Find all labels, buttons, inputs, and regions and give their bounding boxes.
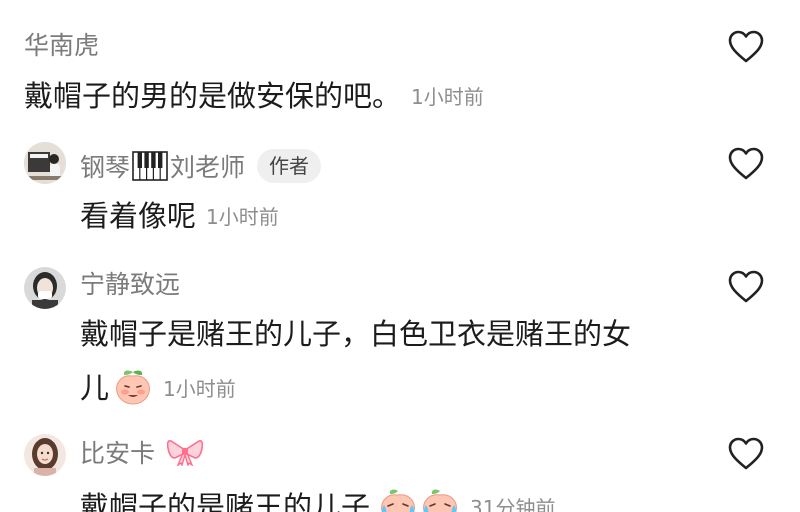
pianist-avatar[interactable] xyxy=(24,142,66,184)
comment-text-content: 戴帽子的男的是做安保的吧。 xyxy=(24,79,402,113)
woman-avatar-image xyxy=(24,267,66,309)
girl-avatar-image xyxy=(24,434,66,476)
comment-time: 31分钟前 xyxy=(470,496,556,512)
comment-item: 比安卡 戴帽子的是赌王的儿子 31分钟前 xyxy=(0,420,800,512)
comment-item: 华南虎 戴帽子的男的是做安保的吧。 1小时前 xyxy=(0,0,800,130)
like-heart-icon[interactable] xyxy=(728,437,764,471)
comment-text-content: 儿 xyxy=(80,371,110,405)
like-heart-icon[interactable] xyxy=(728,30,764,64)
comment-username[interactable]: 比安卡 xyxy=(80,438,204,468)
piano-icon xyxy=(132,151,168,181)
comment-item: 钢琴 刘老师 作者 看着像呢 1小时前 xyxy=(0,130,800,250)
comment-username[interactable]: 宁静致远 xyxy=(80,272,180,297)
username-prefix: 钢琴 xyxy=(80,153,131,182)
comment-username[interactable]: 钢琴 刘老师 作者 xyxy=(80,149,322,183)
author-badge: 作者 xyxy=(257,149,322,183)
crying-laughing-emoji xyxy=(381,489,415,512)
pianist-avatar-image xyxy=(24,142,66,184)
comment-time: 1小时前 xyxy=(206,205,279,229)
comment-text: 戴帽子的是赌王的儿子 31分钟前 xyxy=(80,487,555,512)
like-heart-icon[interactable] xyxy=(728,270,764,304)
comment-text-line-1: 戴帽子是赌王的儿子，白色卫衣是赌王的女 xyxy=(80,317,632,351)
like-heart-icon[interactable] xyxy=(728,147,764,181)
woman-avatar[interactable] xyxy=(24,267,66,309)
username-suffix: 刘老师 xyxy=(170,153,246,182)
comment-text: 戴帽子的男的是做安保的吧。 1小时前 xyxy=(24,82,484,111)
comment-time: 1小时前 xyxy=(163,377,236,401)
crying-laughing-emoji xyxy=(423,489,457,512)
comment-item: 宁静致远 戴帽子是赌王的儿子，白色卫衣是赌王的女 儿 1小时前 xyxy=(0,250,800,420)
comment-text-content: 看着像呢 xyxy=(80,199,197,233)
comment-text: 看着像呢 1小时前 xyxy=(80,202,279,231)
username-text: 比安卡 xyxy=(80,439,156,468)
girl-avatar[interactable] xyxy=(24,434,66,476)
bow-icon xyxy=(166,440,204,467)
comment-time: 1小时前 xyxy=(411,85,484,109)
comment-text-line-2: 儿 1小时前 xyxy=(80,368,236,406)
comment-username[interactable]: 华南虎 xyxy=(24,33,99,58)
peach-face-emoji xyxy=(116,370,150,405)
comment-text-content: 戴帽子的是赌王的儿子 xyxy=(80,490,371,512)
comment-list: 华南虎 戴帽子的男的是做安保的吧。 1小时前 钢琴 刘老师 作者 看着像呢 1小… xyxy=(0,0,800,512)
